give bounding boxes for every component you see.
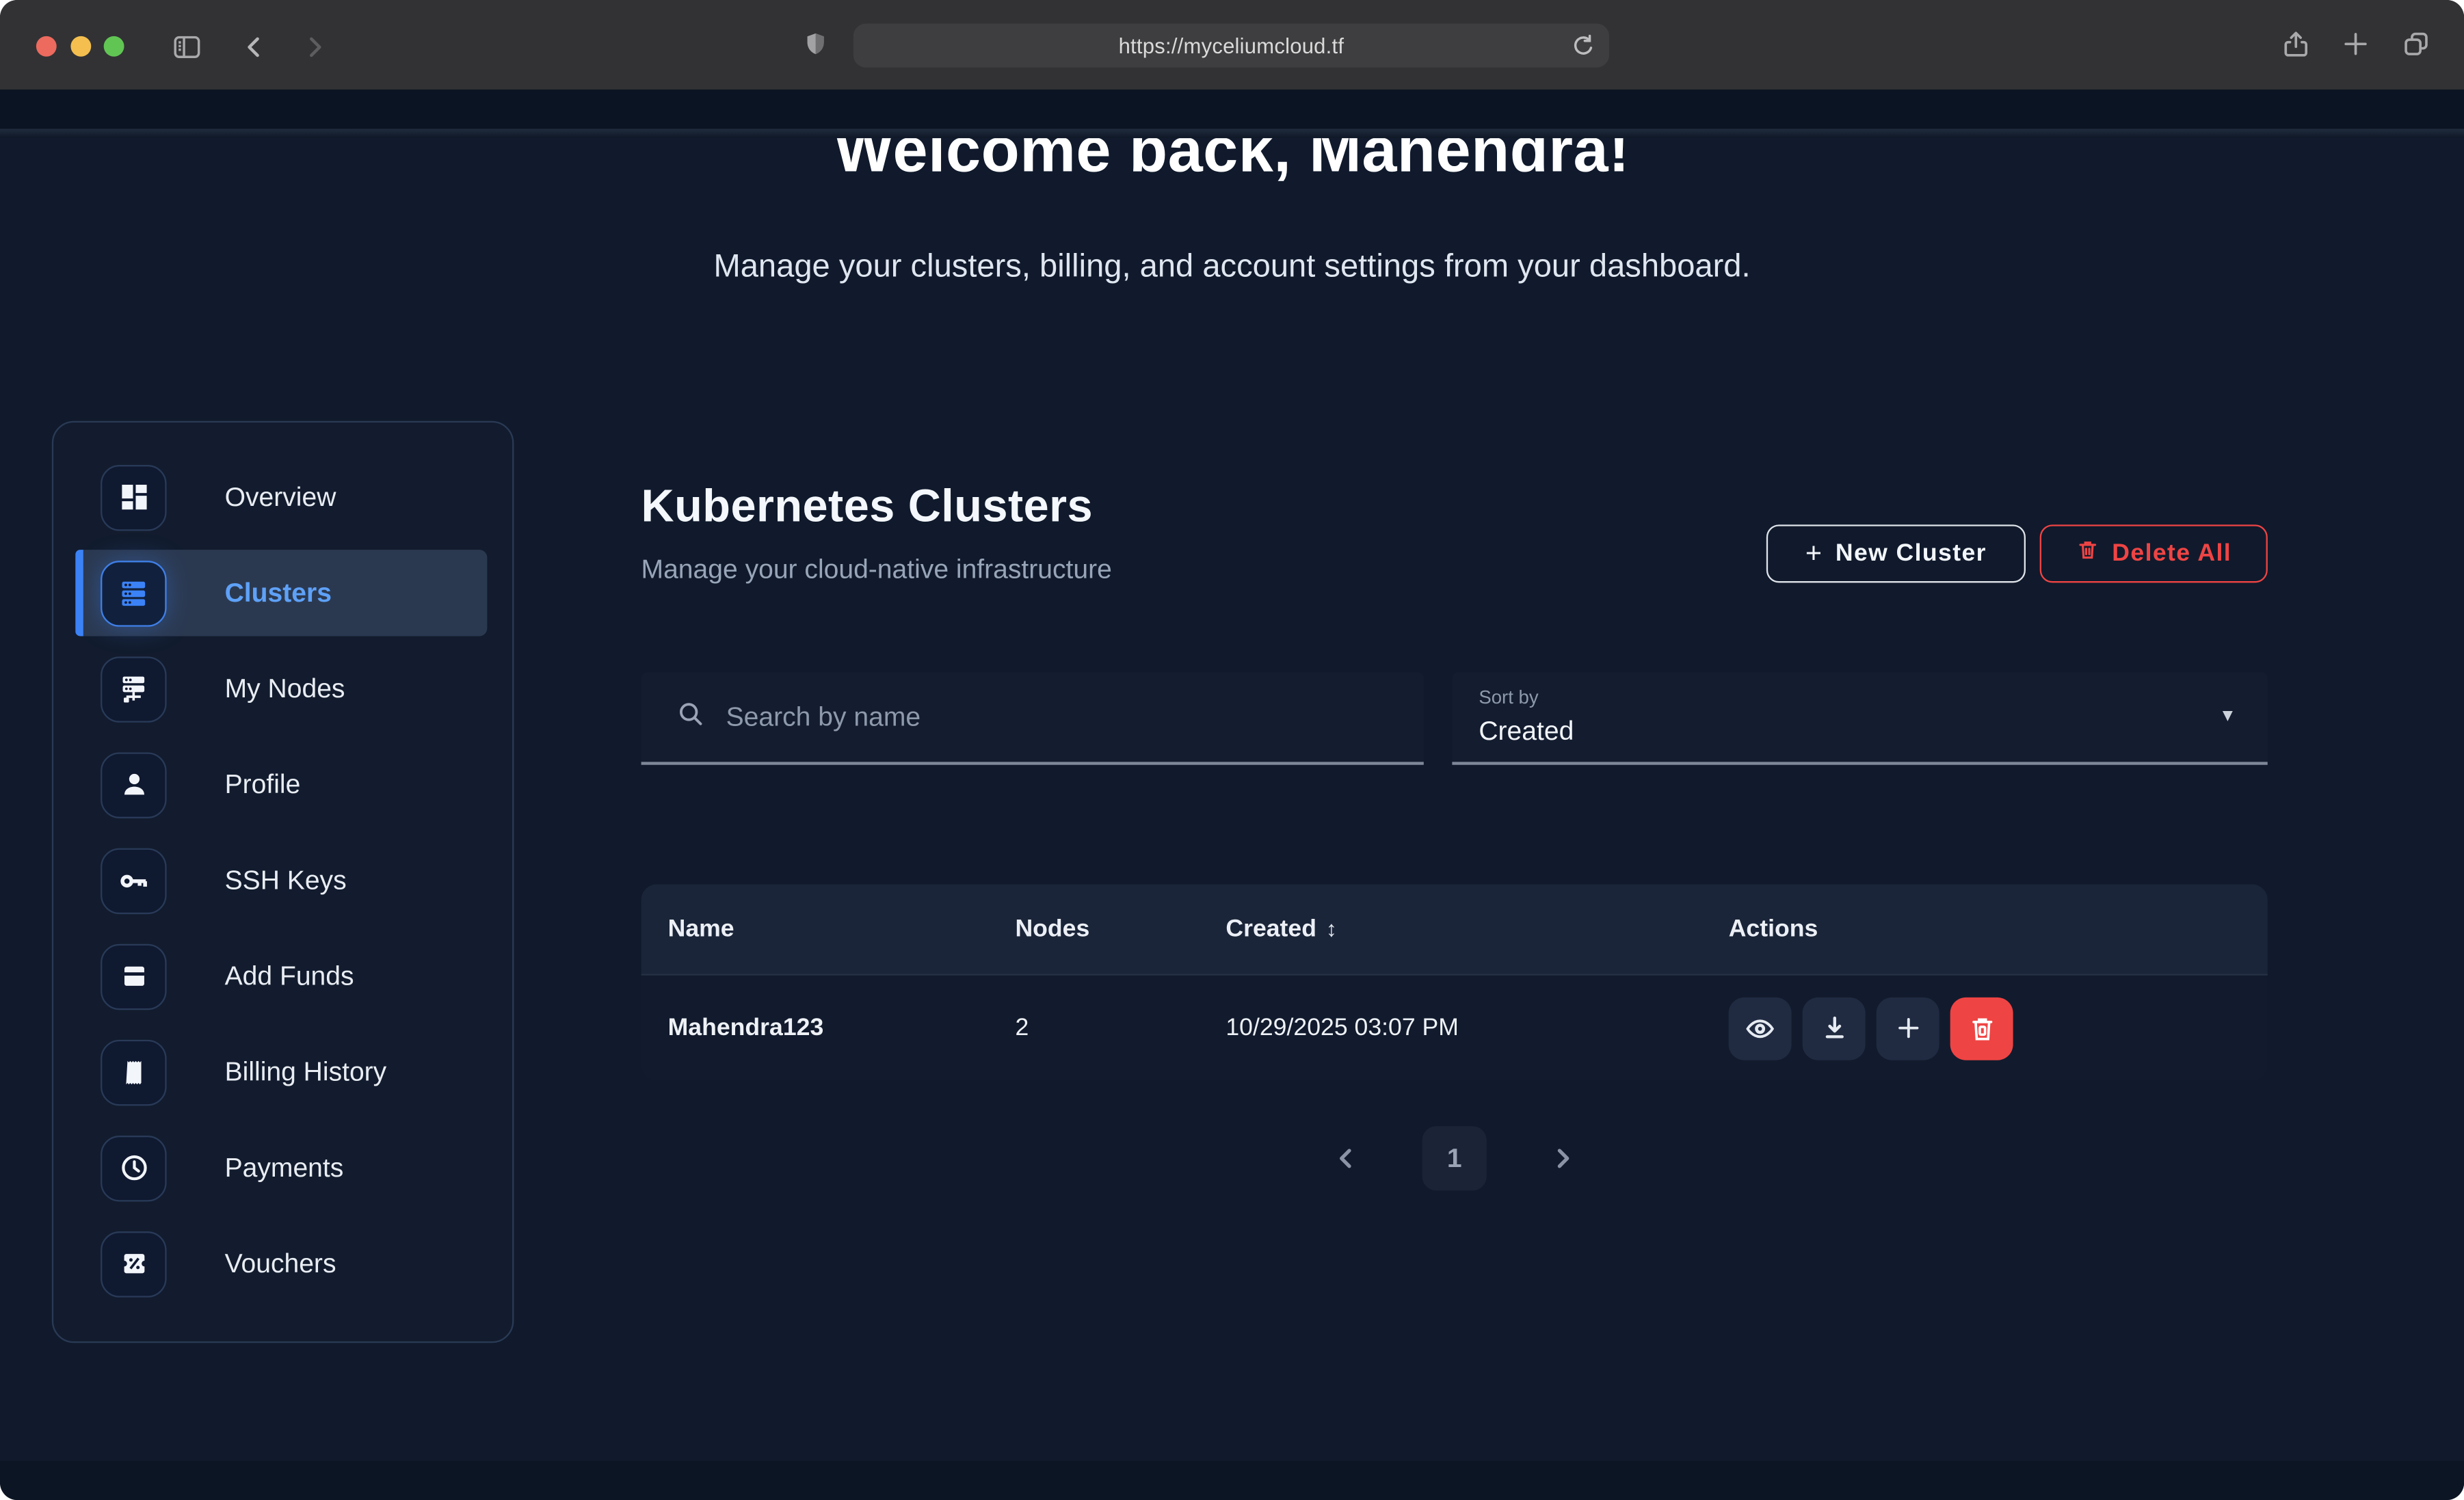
sidebar-item-label: Overview: [225, 481, 336, 513]
search-field[interactable]: [641, 672, 1424, 765]
cluster-name: Mahendra123: [668, 1014, 1016, 1042]
address-bar[interactable]: https://myceliumcloud.tf: [853, 23, 1609, 67]
forward-button[interactable]: [297, 30, 330, 63]
zoom-window-button[interactable]: [104, 36, 124, 56]
plus-icon: +: [1805, 537, 1823, 570]
chevron-down-icon: ▼: [2219, 707, 2236, 726]
sidebar-item-label: My Nodes: [225, 673, 345, 704]
receipt-icon: [101, 1039, 167, 1105]
cluster-nodes: 2: [1015, 1014, 1226, 1042]
search-icon: [676, 698, 706, 736]
url-text: https://myceliumcloud.tf: [1119, 34, 1344, 57]
cluster-created: 10/29/2025 03:07 PM: [1226, 1014, 1728, 1042]
section-title: Kubernetes Clusters: [641, 482, 1094, 534]
page-top-band: [0, 90, 2464, 138]
section-subtitle: Manage your cloud-native infrastructure: [641, 554, 1112, 586]
prev-page-button[interactable]: [1333, 1145, 1360, 1172]
sort-value: Created: [1479, 716, 1574, 748]
hero-title-wrap: Welcome back, Mahendra!: [0, 138, 2464, 195]
page-title: Welcome back, Mahendra!: [0, 138, 2464, 187]
sidebar-item-label: Profile: [225, 769, 301, 801]
sidebar-item-label: Payments: [225, 1152, 344, 1183]
close-window-button[interactable]: [36, 36, 57, 56]
download-kubeconfig-button[interactable]: [1803, 997, 1866, 1060]
page-subtitle: Manage your clusters, billing, and accou…: [0, 248, 2464, 286]
browser-toolbar: https://myceliumcloud.tf: [0, 0, 2464, 91]
overview-icon: [101, 464, 167, 530]
sidebar-item-my-nodes[interactable]: My Nodes: [75, 645, 487, 732]
new-cluster-button[interactable]: + New Cluster: [1766, 524, 2026, 582]
col-actions: Actions: [1729, 915, 2268, 943]
sidebar-item-label: Add Funds: [225, 961, 354, 992]
tab-overview-icon[interactable]: [2400, 28, 2433, 61]
trash-icon: [2076, 537, 2099, 570]
footer-band: [0, 1461, 2464, 1500]
clusters-table: Name Nodes Created↕ Actions Mahendra123 …: [641, 884, 2268, 1080]
sidebar-item-overview[interactable]: Overview: [75, 454, 487, 540]
sort-label: Sort by: [1479, 686, 1538, 708]
screenshot-stage: https://myceliumcloud.tf: [0, 0, 2464, 1500]
sidebar-item-label: SSH Keys: [225, 865, 347, 896]
privacy-shield-icon: [798, 27, 831, 59]
sidebar-item-payments[interactable]: Payments: [75, 1125, 487, 1211]
key-icon: [101, 847, 167, 913]
profile-icon: [101, 751, 167, 817]
page-number[interactable]: 1: [1422, 1126, 1487, 1190]
nodes-icon: [101, 656, 167, 721]
sidebar-item-billing-history[interactable]: Billing History: [75, 1029, 487, 1115]
wallet-icon: [101, 943, 167, 1009]
clusters-icon: [101, 560, 167, 626]
pagination: 1: [641, 1126, 2268, 1190]
col-name: Name: [668, 915, 1016, 943]
table-row: Mahendra123 2 10/29/2025 03:07 PM: [641, 974, 2268, 1080]
col-created-sort[interactable]: Created↕: [1226, 915, 1728, 943]
table-header: Name Nodes Created↕ Actions: [641, 884, 2268, 974]
sidebar-item-add-funds[interactable]: Add Funds: [75, 933, 487, 1019]
reload-icon[interactable]: [1568, 31, 1598, 61]
browser-window: https://myceliumcloud.tf: [0, 0, 2464, 1500]
ticket-icon: [101, 1231, 167, 1296]
sidebar-item-vouchers[interactable]: Vouchers: [75, 1220, 487, 1307]
new-tab-icon[interactable]: [2340, 28, 2372, 61]
add-node-button[interactable]: [1877, 997, 1939, 1060]
sort-arrows-icon: ↕: [1326, 915, 1337, 940]
sort-dropdown[interactable]: Sort by Created ▼: [1452, 672, 2268, 765]
minimize-window-button[interactable]: [70, 36, 91, 56]
sidebar-item-label: Vouchers: [225, 1248, 336, 1279]
sidebar-item-ssh-keys[interactable]: SSH Keys: [75, 838, 487, 924]
sidebar-item-clusters[interactable]: Clusters: [75, 550, 487, 636]
share-icon[interactable]: [2280, 28, 2311, 61]
view-cluster-button[interactable]: [1729, 997, 1792, 1060]
sidebar-item-label: Clusters: [225, 577, 332, 608]
sidebar-item-label: Billing History: [225, 1056, 387, 1088]
sidebar-item-profile[interactable]: Profile: [75, 741, 487, 827]
delete-all-button[interactable]: Delete All: [2040, 524, 2268, 582]
delete-cluster-button[interactable]: [1950, 997, 2013, 1060]
sidebar: Overview Clusters: [52, 421, 514, 1343]
search-input[interactable]: [723, 699, 1357, 734]
next-page-button[interactable]: [1550, 1145, 1576, 1172]
col-nodes: Nodes: [1015, 915, 1226, 943]
back-button[interactable]: [237, 30, 270, 63]
sidebar-toggle-icon[interactable]: [170, 30, 202, 63]
clock-icon: [101, 1135, 167, 1201]
